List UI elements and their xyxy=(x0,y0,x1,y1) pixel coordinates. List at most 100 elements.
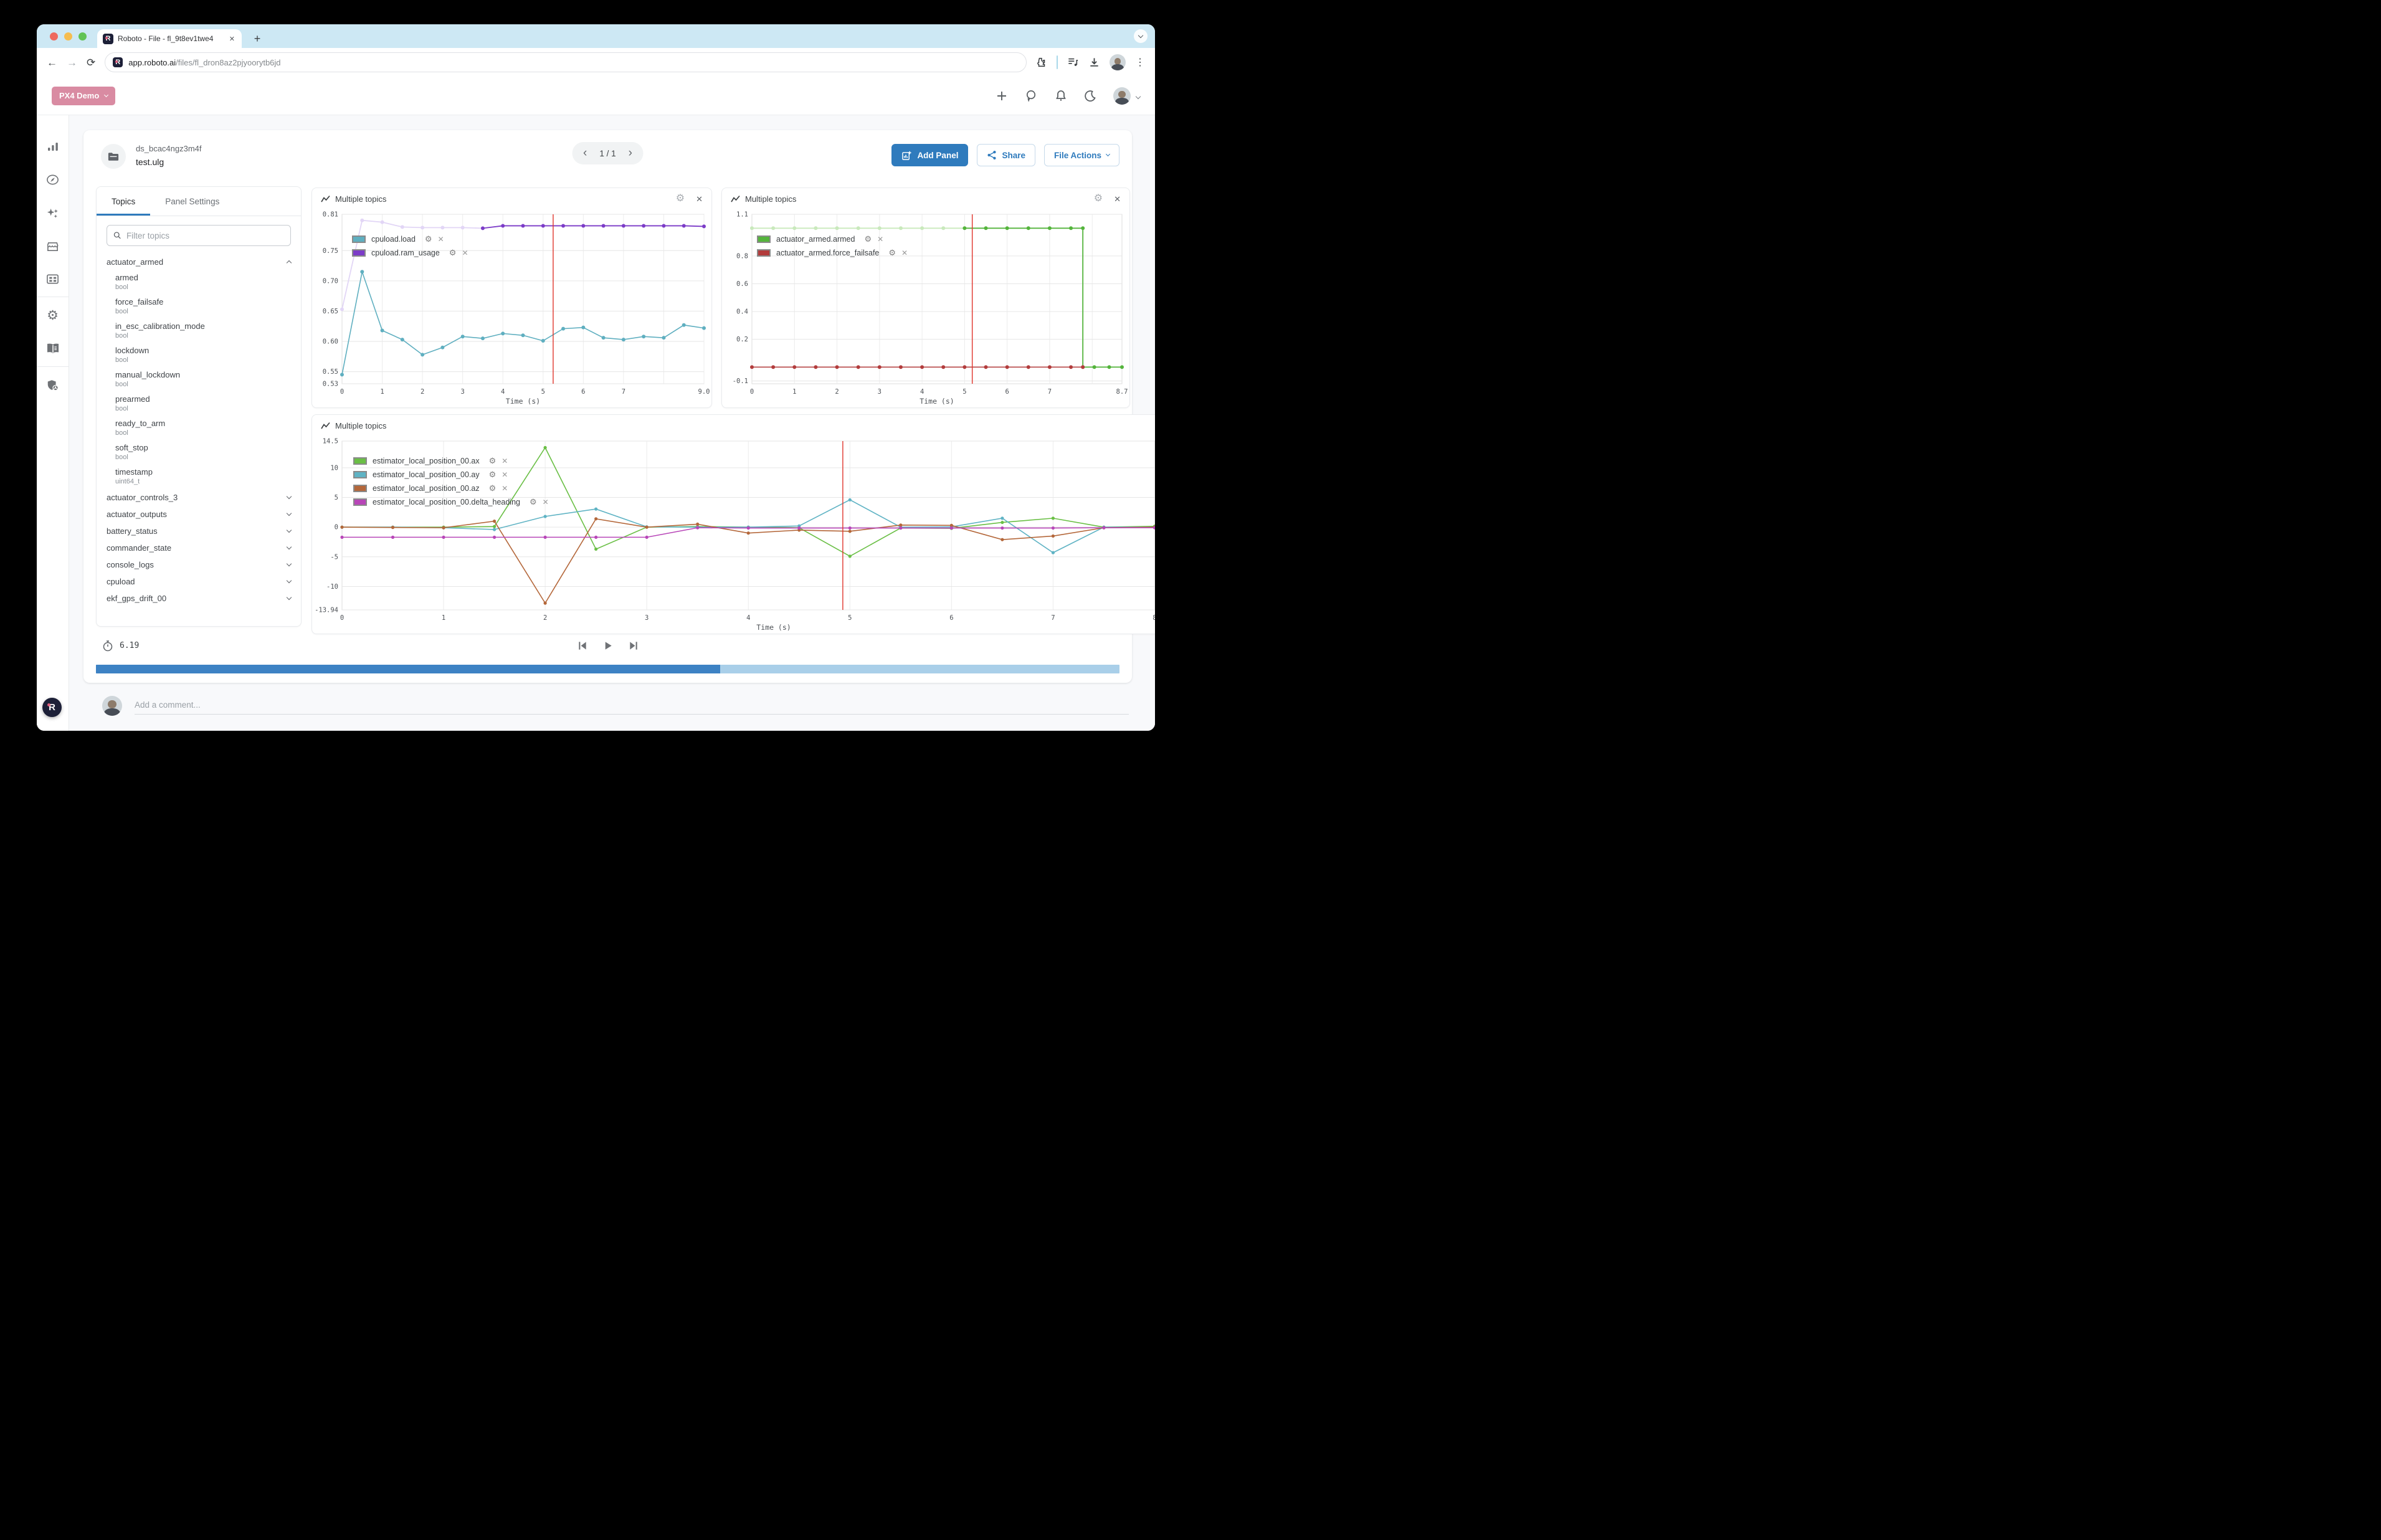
topic-group-console_logs[interactable]: console_logs xyxy=(107,556,291,573)
legend-item: estimator_local_position_00.ay ⚙ ✕ xyxy=(353,470,549,479)
topic-group-battery_status[interactable]: battery_status xyxy=(107,523,291,539)
window-minimize-button[interactable] xyxy=(64,32,72,40)
series-settings-gear-icon[interactable]: ⚙ xyxy=(489,470,497,480)
rail-analytics-icon[interactable] xyxy=(47,140,59,153)
forward-icon[interactable]: → xyxy=(67,57,77,68)
add-panel-button[interactable]: Add Panel xyxy=(891,144,968,166)
comment-input[interactable] xyxy=(135,696,1129,715)
rail-store-icon[interactable] xyxy=(46,240,59,253)
skip-to-start-icon[interactable] xyxy=(576,640,588,652)
tab-close-icon[interactable]: ✕ xyxy=(228,35,236,43)
notifications-bell-icon[interactable] xyxy=(1055,89,1067,102)
panel-close-icon[interactable]: ✕ xyxy=(696,195,703,203)
play-icon[interactable] xyxy=(602,640,614,652)
roboto-floating-logo[interactable]: R xyxy=(42,698,62,717)
rail-docs-book-icon[interactable] xyxy=(46,343,60,354)
new-tab-button[interactable]: + xyxy=(250,32,265,45)
file-actions-button[interactable]: File Actions xyxy=(1044,144,1119,166)
chevron-down-icon[interactable] xyxy=(287,511,292,516)
topic-field-force_failsafe[interactable]: force_failsafe bool xyxy=(107,295,291,319)
chevron-down-icon[interactable] xyxy=(287,528,292,533)
user-menu-chevron-icon[interactable] xyxy=(1136,90,1140,102)
series-settings-gear-icon[interactable]: ⚙ xyxy=(449,248,457,258)
browser-profile-avatar[interactable] xyxy=(1110,54,1126,70)
rail-admin-shield-icon[interactable] xyxy=(46,379,60,392)
svg-text:8.7: 8.7 xyxy=(1116,388,1128,396)
project-selector-button[interactable]: PX4 Demo xyxy=(52,87,115,105)
download-icon[interactable] xyxy=(1088,57,1100,69)
project-selector-label: PX4 Demo xyxy=(59,91,99,100)
series-settings-gear-icon[interactable]: ⚙ xyxy=(888,248,896,258)
legend-label: cpuload.ram_usage xyxy=(371,249,440,257)
panel-settings-gear-icon[interactable]: ⚙ xyxy=(676,194,685,204)
topic-group-actuator_controls_3[interactable]: actuator_controls_3 xyxy=(107,489,291,506)
series-remove-icon[interactable]: ✕ xyxy=(501,484,508,493)
previous-page-icon[interactable]: ‹ xyxy=(583,147,587,159)
media-playlist-icon[interactable] xyxy=(1067,57,1079,68)
series-remove-icon[interactable]: ✕ xyxy=(901,249,908,257)
topic-group-cpuload[interactable]: cpuload xyxy=(107,573,291,590)
search-icon[interactable] xyxy=(1025,89,1038,102)
dark-mode-moon-icon[interactable] xyxy=(1084,90,1096,102)
window-zoom-button[interactable] xyxy=(78,32,87,40)
topic-group-actuator_outputs[interactable]: actuator_outputs xyxy=(107,506,291,523)
tab-panel-settings[interactable]: Panel Settings xyxy=(150,187,234,216)
rail-ai-sparkles-icon[interactable] xyxy=(46,207,59,220)
panel-close-icon[interactable]: ✕ xyxy=(1114,195,1121,203)
tab-search-chevron-icon[interactable] xyxy=(1134,29,1148,43)
topic-field-soft_stop[interactable]: soft_stop bool xyxy=(107,440,291,465)
rail-card-layout-icon[interactable] xyxy=(46,273,59,285)
back-icon[interactable]: ← xyxy=(47,57,57,68)
series-remove-icon[interactable]: ✕ xyxy=(543,498,549,506)
chevron-down-icon[interactable] xyxy=(287,578,292,583)
series-settings-gear-icon[interactable]: ⚙ xyxy=(530,497,537,507)
legend-swatch xyxy=(353,457,367,465)
user-avatar[interactable] xyxy=(1113,87,1131,105)
legend-label: actuator_armed.force_failsafe xyxy=(776,249,879,257)
add-icon[interactable] xyxy=(996,90,1008,102)
series-remove-icon[interactable]: ✕ xyxy=(877,235,883,244)
series-settings-gear-icon[interactable]: ⚙ xyxy=(489,483,497,493)
browser-menu-kebab-icon[interactable]: ⋮ xyxy=(1135,56,1145,69)
series-remove-icon[interactable]: ✕ xyxy=(462,249,468,257)
filter-topics-input[interactable] xyxy=(126,231,284,240)
share-button[interactable]: Share xyxy=(977,144,1035,166)
chevron-down-icon[interactable] xyxy=(287,544,292,549)
series-remove-icon[interactable]: ✕ xyxy=(501,457,508,465)
topic-field-timestamp[interactable]: timestamp uint64_t xyxy=(107,465,291,489)
topic-field-ready_to_arm[interactable]: ready_to_arm bool xyxy=(107,416,291,440)
panel-settings-gear-icon[interactable]: ⚙ xyxy=(1094,194,1103,204)
next-page-icon[interactable]: › xyxy=(629,147,632,159)
topic-field-armed[interactable]: armed bool xyxy=(107,270,291,295)
add-panel-chart-icon xyxy=(901,150,912,161)
series-remove-icon[interactable]: ✕ xyxy=(501,470,508,479)
chevron-down-icon[interactable] xyxy=(287,494,292,499)
svg-text:2: 2 xyxy=(421,388,424,396)
topic-field-prearmed[interactable]: prearmed bool xyxy=(107,392,291,416)
chevron-down-icon[interactable] xyxy=(287,561,292,566)
series-settings-gear-icon[interactable]: ⚙ xyxy=(425,234,432,244)
series-settings-gear-icon[interactable]: ⚙ xyxy=(864,234,872,244)
chevron-up-icon[interactable] xyxy=(287,260,292,265)
series-settings-gear-icon[interactable]: ⚙ xyxy=(489,456,497,466)
topic-field-in_esc_calibration_mode[interactable]: in_esc_calibration_mode bool xyxy=(107,319,291,343)
svg-text:3: 3 xyxy=(878,388,882,396)
chevron-down-icon[interactable] xyxy=(287,595,292,600)
topic-field-manual_lockdown[interactable]: manual_lockdown bool xyxy=(107,368,291,392)
browser-tab[interactable]: R Roboto - File - fl_9t8ev1twe4 ✕ xyxy=(97,29,242,48)
topic-group-actuator_armed[interactable]: actuator_armed xyxy=(107,254,291,270)
reload-icon[interactable]: ⟳ xyxy=(87,57,95,68)
topic-field-lockdown[interactable]: lockdown bool xyxy=(107,343,291,368)
series-remove-icon[interactable]: ✕ xyxy=(438,235,444,244)
rail-explore-compass-icon[interactable] xyxy=(46,173,59,186)
tab-topics[interactable]: Topics xyxy=(97,187,150,216)
topic-group-commander_state[interactable]: commander_state xyxy=(107,539,291,556)
extensions-puzzle-icon[interactable] xyxy=(1036,57,1047,68)
skip-to-end-icon[interactable] xyxy=(627,640,639,652)
window-close-button[interactable] xyxy=(50,32,58,40)
address-bar[interactable]: R app.roboto.ai/files/fl_dron8az2pjyoory… xyxy=(105,52,1027,72)
svg-text:1: 1 xyxy=(380,388,384,396)
topic-group-ekf_gps_drift_00[interactable]: ekf_gps_drift_00 xyxy=(107,590,291,607)
rail-settings-gear-icon[interactable]: ⚙ xyxy=(47,309,59,322)
timeline-progress-bar[interactable] xyxy=(96,665,1119,673)
